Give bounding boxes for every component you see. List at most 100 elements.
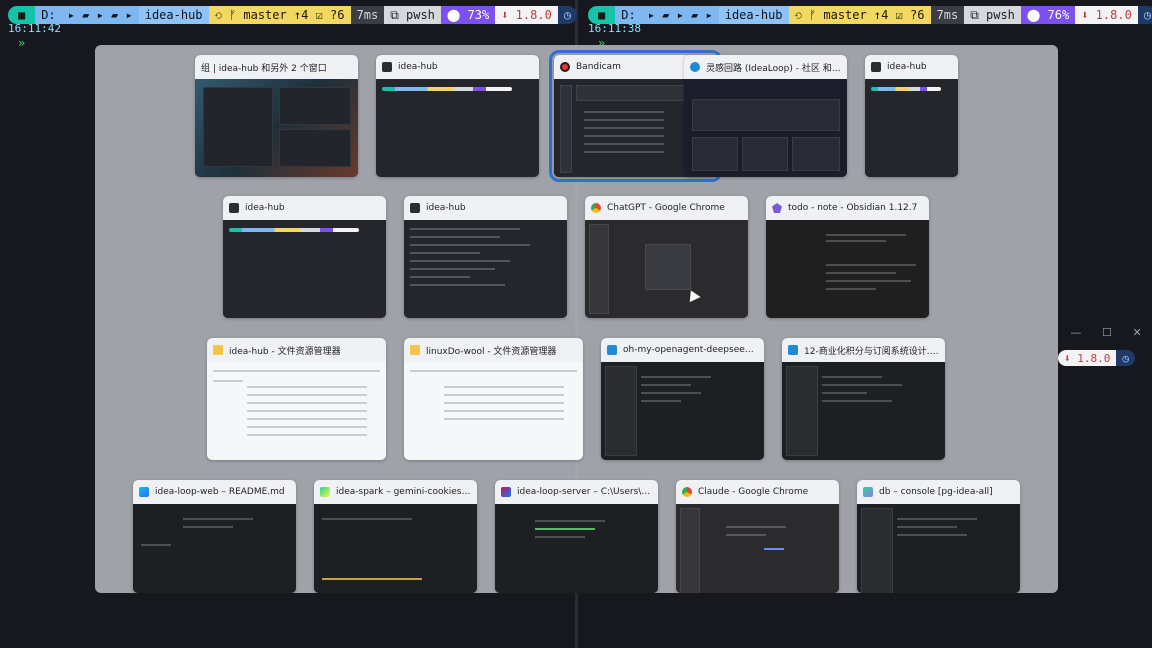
side-window-prompt: ⬇ 1.8.0 ◷	[1058, 350, 1135, 366]
shell-prompt-left: ■ D: ▸ ▰ ▸ ▰ ▸ idea-hub ⟲ ᚠ master ↑4 ☑ …	[8, 6, 578, 24]
obsidian-icon	[772, 203, 782, 213]
datagrip-icon	[863, 487, 873, 497]
terminal-icon	[871, 62, 881, 72]
task-card[interactable]: idea-hub - 文件资源管理器	[207, 338, 386, 460]
task-switcher: 组 | idea-hub 和另外 2 个窗口 idea-hub Bandicam	[95, 45, 1058, 593]
webstorm-icon	[139, 487, 149, 497]
prompt-caret-left[interactable]: »	[18, 36, 25, 50]
task-card-title: Claude - Google Chrome	[698, 487, 809, 497]
task-card[interactable]: idea-hub	[223, 196, 386, 318]
task-card-title: linuxDo-wool - 文件资源管理器	[426, 346, 557, 357]
task-card-titlebar: db – console [pg-idea-all]	[857, 480, 1020, 504]
task-card[interactable]: idea-loop-web – README.md	[133, 480, 296, 593]
folder-icon	[410, 345, 420, 355]
mouse-cursor-icon	[685, 287, 701, 303]
folder-icon	[213, 345, 223, 355]
window-preview	[865, 79, 958, 177]
chrome-icon	[591, 203, 601, 213]
task-card[interactable]: idea-hub	[865, 55, 958, 177]
prompt-clock-left: 16:11:42	[8, 22, 61, 35]
edge-icon	[690, 62, 700, 72]
task-card-title: idea-hub	[426, 203, 466, 213]
task-card-title: idea-hub	[398, 62, 438, 72]
prompt-repo: idea-hub	[138, 6, 209, 24]
task-card-titlebar: Claude - Google Chrome	[676, 480, 839, 504]
side-window-controls: — ☐ ✕	[1060, 320, 1152, 344]
terminal-icon	[410, 203, 420, 213]
window-preview	[857, 504, 1020, 593]
task-card-titlebar: linuxDo-wool - 文件资源管理器	[404, 338, 583, 362]
prompt-clock-right: 16:11:38	[588, 22, 641, 35]
prompt-node-version: ⬇ 1.8.0	[1075, 6, 1138, 24]
window-preview	[223, 220, 386, 318]
task-card-title: todo - note - Obsidian 1.12.7	[788, 203, 918, 213]
clock-icon: ◷	[557, 6, 578, 24]
task-card[interactable]: 12-商业化积分与订阅系统设计.md...	[782, 338, 945, 460]
task-card-title: 12-商业化积分与订阅系统设计.md...	[804, 346, 939, 357]
task-card-titlebar: idea-loop-web – README.md	[133, 480, 296, 504]
task-card-titlebar: oh-my-openagent-deepseek.jsonc...	[601, 338, 764, 362]
task-card-title: 灵感回路 (IdeaLoop) - 社区 和另外...	[706, 63, 841, 74]
window-preview	[207, 362, 386, 460]
window-preview	[495, 504, 658, 593]
task-card-title: oh-my-openagent-deepseek.jsonc...	[623, 345, 758, 355]
rider-icon	[501, 487, 511, 497]
terminal-icon	[229, 203, 239, 213]
vscode-icon	[788, 345, 798, 355]
task-card[interactable]: db – console [pg-idea-all]	[857, 480, 1020, 593]
task-card-titlebar: ChatGPT - Google Chrome	[585, 196, 748, 220]
clock-icon: ◷	[1116, 350, 1135, 366]
window-preview	[314, 504, 477, 593]
task-card-title: idea-loop-server – C:\Users\maple\...	[517, 487, 652, 497]
prompt-shell: ⧉ pwsh	[964, 6, 1021, 24]
task-card-titlebar: idea-spark – gemini-cookies.json	[314, 480, 477, 504]
task-card-title: idea-hub	[245, 203, 285, 213]
task-card[interactable]: idea-hub	[376, 55, 539, 177]
task-card-titlebar: idea-hub	[223, 196, 386, 220]
window-preview	[684, 79, 847, 177]
task-card[interactable]: linuxDo-wool - 文件资源管理器	[404, 338, 583, 460]
task-card[interactable]: todo - note - Obsidian 1.12.7	[766, 196, 929, 318]
task-card-titlebar: idea-hub - 文件资源管理器	[207, 338, 386, 362]
task-card-title: idea-hub	[887, 62, 927, 72]
window-preview	[195, 79, 358, 177]
terminal-icon	[382, 62, 392, 72]
prompt-git-status: ⟲ ᚠ master ↑4 ☑ ?6	[788, 6, 931, 24]
task-card-titlebar: 组 | idea-hub 和另外 2 个窗口	[195, 55, 358, 79]
task-card-titlebar: todo - note - Obsidian 1.12.7	[766, 196, 929, 220]
task-card[interactable]: idea-loop-server – C:\Users\maple\...	[495, 480, 658, 593]
window-preview	[133, 504, 296, 593]
task-card-title: ChatGPT - Google Chrome	[607, 203, 725, 213]
window-preview	[766, 220, 929, 318]
maximize-button[interactable]: ☐	[1102, 326, 1112, 339]
task-card[interactable]: 灵感回路 (IdeaLoop) - 社区 和另外...	[684, 55, 847, 177]
prompt-shell: ⧉ pwsh	[384, 6, 441, 24]
task-card[interactable]: Claude - Google Chrome	[676, 480, 839, 593]
window-preview	[585, 220, 748, 318]
task-card-titlebar: 12-商业化积分与订阅系统设计.md...	[782, 338, 945, 362]
task-card-title: 组 | idea-hub 和另外 2 个窗口	[201, 63, 327, 74]
prompt-repo: idea-hub	[718, 6, 789, 24]
prompt-git-status: ⟲ ᚠ master ↑4 ☑ ?6	[208, 6, 351, 24]
task-card[interactable]: 组 | idea-hub 和另外 2 个窗口	[195, 55, 358, 177]
window-preview	[676, 504, 839, 593]
task-card[interactable]: idea-spark – gemini-cookies.json	[314, 480, 477, 593]
window-preview	[376, 79, 539, 177]
task-card[interactable]: idea-hub	[404, 196, 567, 318]
prompt-exec-time: 7ms	[350, 6, 385, 24]
close-button[interactable]: ✕	[1132, 326, 1141, 339]
prompt-exec-time: 7ms	[930, 6, 965, 24]
task-card-title: idea-hub - 文件资源管理器	[229, 346, 341, 357]
task-card-titlebar: idea-hub	[404, 196, 567, 220]
task-card-titlebar: idea-hub	[865, 55, 958, 79]
window-preview	[404, 362, 583, 460]
minimize-button[interactable]: —	[1070, 326, 1081, 339]
task-card[interactable]: oh-my-openagent-deepseek.jsonc...	[601, 338, 764, 460]
prompt-battery: ⬤ 73%	[440, 6, 496, 24]
pycharm-icon	[320, 487, 330, 497]
task-card[interactable]: ChatGPT - Google Chrome	[585, 196, 748, 318]
task-card-title: Bandicam	[576, 62, 621, 72]
window-preview	[601, 362, 764, 460]
prompt-battery: ⬤ 76%	[1020, 6, 1076, 24]
task-card-titlebar: idea-hub	[376, 55, 539, 79]
